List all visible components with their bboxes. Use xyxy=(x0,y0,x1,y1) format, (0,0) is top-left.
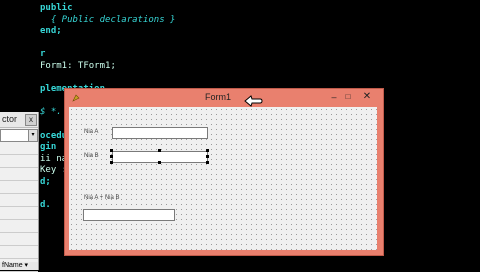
maximize-button[interactable]: □ xyxy=(341,91,355,103)
code-line: gin xyxy=(40,142,57,153)
delphi-app-icon xyxy=(72,94,80,102)
selection-handle[interactable] xyxy=(206,155,209,158)
minimize-button[interactable]: – xyxy=(327,91,341,103)
hand-cursor-icon xyxy=(244,95,263,107)
inspector-status[interactable]: fName ▾ xyxy=(0,262,38,270)
code-line: Form1: TForm1; xyxy=(40,61,116,71)
code-line: d; xyxy=(40,177,51,187)
inspector-close-button[interactable]: x xyxy=(25,114,37,126)
inspector-titlebar: ctor x xyxy=(0,112,38,128)
code-line: public xyxy=(40,3,73,13)
selection-handle[interactable] xyxy=(110,149,113,152)
code-line: { Public declarations } xyxy=(40,14,176,25)
inspector-object-select[interactable]: ▾ xyxy=(0,129,38,142)
selection-handle[interactable] xyxy=(206,149,209,152)
label-nia-b[interactable]: Nia B xyxy=(84,153,99,159)
inspector-title: ctor xyxy=(2,114,18,124)
edit-nia-a[interactable] xyxy=(112,127,208,139)
form-title: Form1 xyxy=(205,92,232,102)
form-window[interactable]: Form1 – □ ✕ Nia A Nia B Nia A + Nia B xyxy=(64,88,384,256)
label-nia-sum[interactable]: Nia A + Nia B xyxy=(84,195,120,201)
property-row[interactable] xyxy=(0,233,38,246)
chevron-down-icon[interactable]: ▾ xyxy=(28,130,37,141)
close-button[interactable]: ✕ xyxy=(356,91,378,103)
property-row[interactable] xyxy=(0,194,38,207)
property-row[interactable] xyxy=(0,168,38,181)
code-line: d. xyxy=(40,200,51,211)
property-row[interactable] xyxy=(0,220,38,233)
property-row[interactable] xyxy=(0,155,38,168)
property-row[interactable] xyxy=(0,181,38,194)
object-inspector: ctor x ▾ fName ▾ xyxy=(0,112,39,272)
label-nia-a[interactable]: Nia A xyxy=(84,129,98,135)
property-row[interactable] xyxy=(0,246,38,259)
form-titlebar[interactable]: Form1 – □ ✕ xyxy=(65,89,383,107)
edit-nia-sum[interactable] xyxy=(83,209,175,221)
code-line: end; xyxy=(40,26,62,37)
selection-handle[interactable] xyxy=(206,161,209,164)
property-row[interactable] xyxy=(0,207,38,220)
inspector-status-text: fName ▾ xyxy=(2,262,29,269)
selection-handle[interactable] xyxy=(110,161,113,164)
form-design-surface[interactable]: Nia A Nia B Nia A + Nia B xyxy=(69,107,377,250)
code-line: $ *. xyxy=(40,107,62,118)
selection-handle[interactable] xyxy=(110,155,113,158)
selection-handle[interactable] xyxy=(158,161,161,164)
selection-handle[interactable] xyxy=(158,149,161,152)
code-line: r xyxy=(40,49,46,60)
property-row[interactable] xyxy=(0,142,38,155)
inspector-property-grid[interactable] xyxy=(0,142,38,272)
